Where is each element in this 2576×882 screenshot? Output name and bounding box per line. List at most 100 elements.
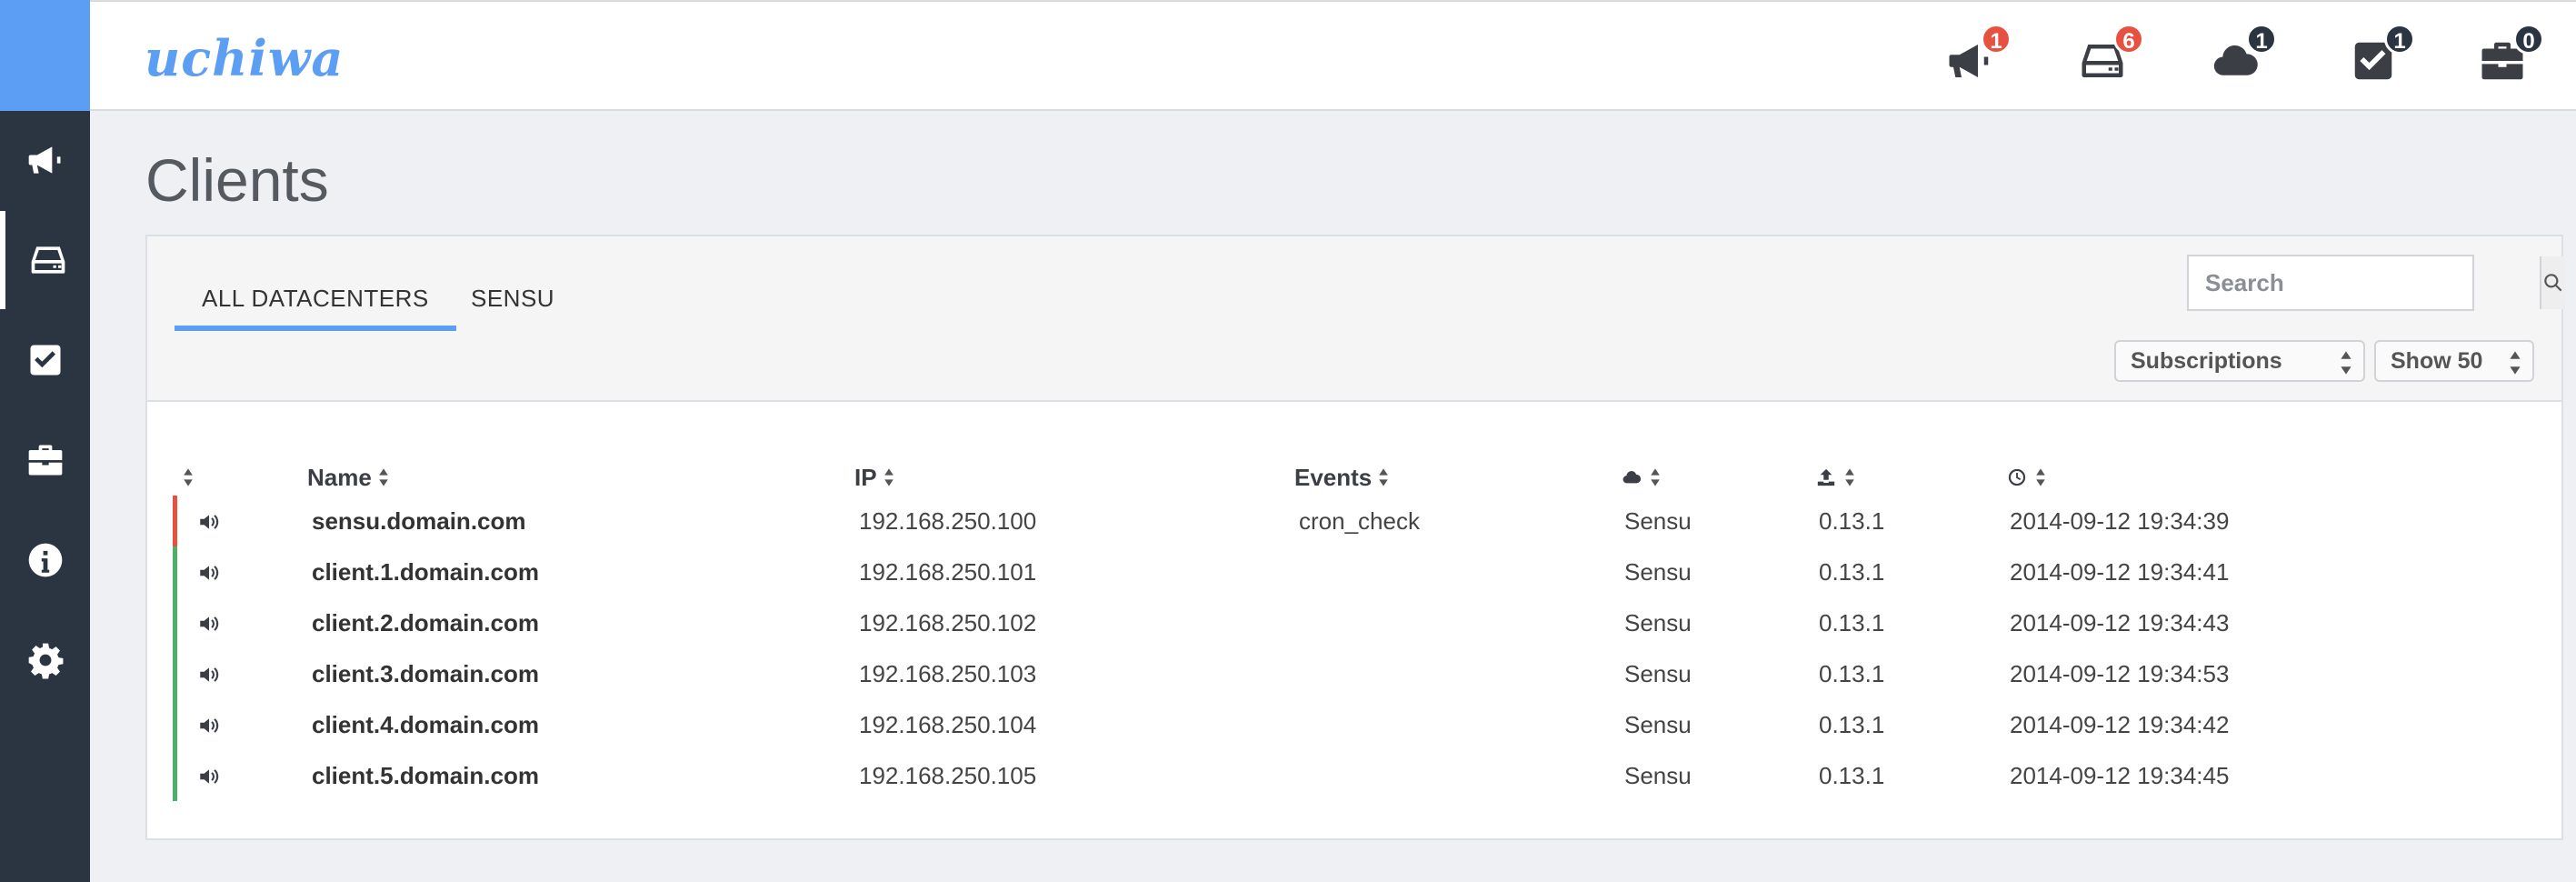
sidebar-item-settings[interactable] — [0, 611, 90, 709]
client-timestamp: 2014-09-12 19:34:42 — [2010, 711, 2230, 738]
sidebar — [0, 111, 90, 882]
header-datacenter[interactable] — [1620, 459, 1662, 496]
search-button[interactable] — [2540, 256, 2565, 309]
nav-datacenters-button[interactable]: 1 — [2204, 24, 2277, 87]
client-datacenter: Sensu — [1624, 609, 1692, 636]
select-arrows-icon — [2340, 349, 2352, 375]
client-version: 0.13.1 — [1819, 660, 1885, 687]
sort-icon — [184, 468, 193, 486]
header-timestamp[interactable] — [2005, 459, 2047, 496]
sidebar-brand-block — [0, 0, 90, 111]
header-version[interactable] — [1814, 459, 1856, 496]
nav-stashes-button[interactable]: 0 — [2471, 24, 2544, 87]
mute-button[interactable] — [195, 714, 223, 737]
client-timestamp: 2014-09-12 19:34:53 — [2010, 660, 2230, 687]
client-ip: 192.168.250.100 — [859, 507, 1037, 535]
mute-button[interactable] — [195, 612, 223, 636]
server-drive-icon — [31, 246, 65, 274]
events-count-badge: 1 — [1981, 24, 2012, 55]
select-arrows-icon — [2509, 349, 2521, 375]
nav-events-button[interactable]: 1 — [1939, 24, 2012, 87]
briefcase-icon — [28, 445, 62, 476]
tab-all-datacenters[interactable]: ALL DATACENTERS — [175, 269, 456, 331]
volume-icon — [200, 718, 219, 733]
clock-icon — [2008, 468, 2026, 486]
client-version: 0.13.1 — [1819, 558, 1885, 586]
table-row[interactable]: sensu.domain.com 192.168.250.100 cron_ch… — [173, 496, 2536, 546]
mute-button[interactable] — [195, 510, 223, 534]
sidebar-item-events[interactable] — [0, 111, 90, 209]
client-name[interactable]: client.1.domain.com — [312, 546, 539, 597]
client-version: 0.13.1 — [1819, 609, 1885, 636]
sort-icon — [1845, 468, 1854, 486]
megaphone-icon — [28, 146, 61, 174]
page-size-select[interactable]: Show 50 — [2374, 340, 2534, 382]
mute-button[interactable] — [195, 561, 223, 585]
clients-table-body: sensu.domain.com 192.168.250.100 cron_ch… — [173, 496, 2536, 801]
client-name[interactable]: client.4.domain.com — [312, 699, 539, 750]
header-events[interactable]: Events — [1294, 459, 1390, 496]
header-ip[interactable]: IP — [854, 459, 895, 496]
mute-button[interactable] — [195, 663, 223, 687]
header-name[interactable]: Name — [307, 459, 390, 496]
mute-button[interactable] — [195, 765, 223, 788]
tab-sensu[interactable]: SENSU — [444, 269, 582, 331]
sort-status-header[interactable] — [182, 459, 195, 496]
client-timestamp: 2014-09-12 19:34:41 — [2010, 558, 2230, 586]
sort-icon — [379, 468, 388, 486]
client-version: 0.13.1 — [1819, 762, 1885, 789]
nav-checks-button[interactable]: 1 — [2342, 24, 2415, 87]
header-ip-label: IP — [854, 463, 877, 491]
search-box — [2187, 255, 2565, 311]
client-datacenter: Sensu — [1624, 558, 1692, 586]
checks-count-badge: 1 — [2384, 24, 2415, 55]
client-ip: 192.168.250.105 — [859, 762, 1037, 789]
client-events[interactable]: cron_check — [1299, 496, 1420, 546]
client-name[interactable]: client.2.domain.com — [312, 597, 539, 648]
subscriptions-select[interactable]: Subscriptions — [2114, 340, 2365, 382]
info-icon — [28, 543, 62, 577]
sidebar-item-info[interactable] — [0, 511, 90, 609]
client-timestamp: 2014-09-12 19:34:43 — [2010, 609, 2230, 636]
table-row[interactable]: client.3.domain.com 192.168.250.103 Sens… — [173, 648, 2536, 699]
volume-icon — [200, 515, 219, 529]
search-input[interactable] — [2189, 256, 2540, 309]
nav-clients-button[interactable]: 6 — [2072, 24, 2144, 87]
table-row[interactable]: client.1.domain.com 192.168.250.101 Sens… — [173, 546, 2536, 597]
page-title: Clients — [145, 146, 329, 214]
sidebar-item-clients[interactable] — [0, 211, 90, 309]
client-name[interactable]: sensu.domain.com — [312, 496, 526, 546]
sort-icon — [2036, 468, 2045, 486]
datacenters-count-badge: 1 — [2246, 24, 2277, 55]
stashes-count-badge: 0 — [2513, 24, 2544, 55]
sort-icon — [1379, 468, 1389, 486]
gear-icon — [28, 643, 63, 679]
client-version: 0.13.1 — [1819, 711, 1885, 738]
panel-header: ALL DATACENTERS SENSU Subscriptions Show… — [147, 236, 2565, 402]
page-size-select-value: Show 50 — [2391, 348, 2483, 374]
client-name[interactable]: client.5.domain.com — [312, 750, 539, 801]
table-row[interactable]: client.4.domain.com 192.168.250.104 Sens… — [173, 699, 2536, 750]
client-datacenter: Sensu — [1624, 660, 1692, 687]
upload-icon — [1817, 468, 1835, 486]
volume-icon — [200, 667, 219, 682]
client-ip: 192.168.250.104 — [859, 711, 1037, 738]
client-ip: 192.168.250.103 — [859, 660, 1037, 687]
sort-icon — [1651, 468, 1660, 486]
sidebar-item-stashes[interactable] — [0, 411, 90, 509]
sidebar-item-checks[interactable] — [0, 311, 90, 409]
table-row[interactable]: client.2.domain.com 192.168.250.102 Sens… — [173, 597, 2536, 648]
app-logo[interactable]: uchiwa — [145, 29, 344, 87]
volume-icon — [200, 566, 219, 580]
header-events-label: Events — [1294, 463, 1373, 491]
table-header: Name IP Events — [147, 459, 2561, 496]
client-ip: 192.168.250.102 — [859, 609, 1037, 636]
subscriptions-select-value: Subscriptions — [2131, 348, 2282, 374]
client-version: 0.13.1 — [1819, 507, 1885, 535]
client-datacenter: Sensu — [1624, 711, 1692, 738]
client-timestamp: 2014-09-12 19:34:45 — [2010, 762, 2230, 789]
client-name[interactable]: client.3.domain.com — [312, 648, 539, 699]
table-row[interactable]: client.5.domain.com 192.168.250.105 Sens… — [173, 750, 2536, 801]
header-name-label: Name — [307, 463, 372, 491]
client-datacenter: Sensu — [1624, 762, 1692, 789]
